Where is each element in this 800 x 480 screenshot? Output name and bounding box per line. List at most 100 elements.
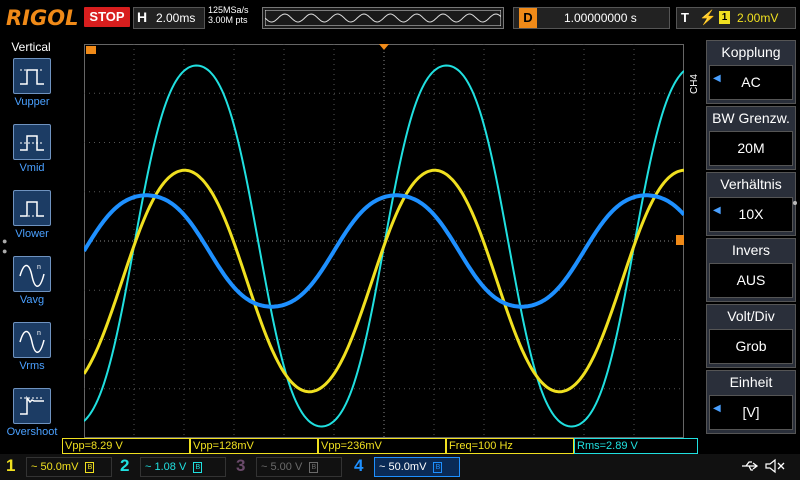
measure-vlower[interactable]: Vlower: [4, 190, 62, 252]
measure-vmid[interactable]: Vmid: [4, 124, 62, 186]
memory-depth: 3.00M pts: [208, 15, 248, 25]
measure-menu: Vertical Vupper Vmid Vlower n Vavg n Vrm…: [0, 36, 62, 440]
ch2-scale[interactable]: ~ 1.08 V B: [140, 457, 226, 477]
unit-value: [V]: [709, 395, 793, 430]
vavg-icon: n: [13, 256, 51, 292]
waveform-grid: [84, 44, 684, 438]
run-stop-indicator[interactable]: STOP: [84, 7, 130, 27]
measure-overshoot[interactable]: Overshoot: [4, 388, 62, 450]
ch3-scale[interactable]: ~ 5.00 V B: [256, 457, 342, 477]
vmid-label: Vmid: [19, 162, 45, 174]
invert-value: AUS: [709, 263, 793, 298]
probe-ratio-value: 10X: [709, 197, 793, 232]
select-arrow-icon: ◀: [713, 205, 721, 216]
measure-vrms[interactable]: n Vrms: [4, 322, 62, 384]
bandwidth-limit-icon: B: [309, 461, 319, 473]
usb-icon: [742, 461, 759, 471]
bandwidth-limit-icon: B: [85, 461, 95, 473]
trigger-box[interactable]: T ⚡ 1 2.00mV: [676, 7, 796, 29]
vrms-label: Vrms: [19, 360, 45, 372]
ch4-number[interactable]: 4: [354, 456, 363, 476]
trigger-level-marker: [676, 235, 684, 245]
volt-div-value: Grob: [709, 329, 793, 364]
invert-softkey[interactable]: Invers AUS: [706, 238, 796, 302]
ch1-scale-value: 50.0mV: [40, 461, 79, 473]
timebase-value: 2.00ms: [156, 11, 196, 25]
bandwidth-limit-icon: B: [193, 461, 203, 473]
bandwidth-limit-softkey[interactable]: BW Grenzw. 20M: [706, 106, 796, 170]
measurement-results-bar: Vpp=8.29 V Vpp=128mV Vpp=236mV Freq=100 …: [62, 438, 700, 454]
vrms-icon: n: [13, 322, 51, 358]
delay-value: 1.00000000 s: [564, 11, 637, 25]
volt-div-label: Volt/Div: [727, 308, 775, 324]
sample-rate: 125MSa/s: [208, 5, 249, 15]
acquisition-info: 125MSa/s 3.00M pts: [208, 5, 249, 25]
rigol-logo: RIGOL: [6, 6, 79, 30]
bandwidth-limit-icon: B: [433, 461, 443, 473]
measure-menu-title: Vertical: [11, 40, 51, 54]
coupling-ac-icon: ~: [31, 461, 38, 473]
ch1-number[interactable]: 1: [6, 456, 15, 476]
ch3-number[interactable]: 3: [236, 456, 245, 476]
measurement-item[interactable]: Vpp=236mV: [318, 438, 446, 454]
speaker-muted-icon[interactable]: [764, 458, 786, 474]
channel-status-bar: 1 ~ 50.0mV B 2 ~ 1.08 V B 3 ~ 5.00 V B 4…: [0, 454, 800, 480]
timebase-label: H: [137, 9, 148, 25]
select-arrow-icon: ◀: [713, 73, 721, 84]
delay-box[interactable]: D 1.00000000 s: [513, 7, 670, 29]
invert-label: Invers: [731, 242, 771, 258]
trigger-source: 1: [719, 11, 730, 24]
select-arrow-icon: ◀: [713, 403, 721, 414]
vlower-label: Vlower: [15, 228, 49, 240]
waveform-memory-overview[interactable]: [262, 7, 504, 29]
memory-overview-wave: [265, 10, 501, 26]
ch4-scale[interactable]: ~ 50.0mV B: [374, 457, 460, 477]
trigger-level: 2.00mV: [737, 11, 779, 25]
coupling-ac-icon: ~: [145, 461, 152, 473]
probe-ratio-label: Verhältnis: [720, 176, 782, 192]
waveform-display[interactable]: [84, 44, 684, 438]
coupling-softkey[interactable]: Kopplung AC ◀: [706, 40, 796, 104]
measure-vavg[interactable]: n Vavg: [4, 256, 62, 318]
bandwidth-limit-label: BW Grenzw.: [712, 110, 790, 126]
ch2-scale-value: 1.08 V: [154, 461, 187, 473]
horizontal-offset-marker: [86, 46, 96, 54]
measurement-item[interactable]: Vpp=8.29 V: [62, 438, 190, 454]
vupper-icon: [13, 58, 51, 94]
unit-softkey[interactable]: Einheit [V] ◀: [706, 370, 796, 434]
measure-vupper[interactable]: Vupper: [4, 58, 62, 120]
rising-edge-icon: ⚡: [699, 9, 717, 25]
ch3-scale-value: 5.00 V: [270, 461, 303, 473]
ch2-number[interactable]: 2: [120, 456, 129, 476]
top-status-bar: RIGOL STOP H 2.00ms 125MSa/s 3.00M pts D…: [0, 0, 800, 36]
coupling-label: Kopplung: [721, 44, 781, 60]
svg-text:n: n: [37, 264, 41, 271]
probe-ratio-softkey[interactable]: Verhältnis 10X ◀: [706, 172, 797, 236]
channel-tag: CH4: [689, 74, 700, 95]
overshoot-icon: [13, 388, 51, 424]
ch1-scale[interactable]: ~ 50.0mV B: [26, 457, 112, 477]
coupling-ac-icon: ~: [379, 461, 386, 473]
svg-text:n: n: [37, 330, 41, 337]
unit-label: Einheit: [729, 374, 773, 390]
measurement-item[interactable]: Rms=2.89 V: [574, 438, 698, 454]
coupling-value: AC: [709, 65, 793, 100]
vlower-icon: [13, 190, 51, 226]
menu-page-dots: ● ●: [2, 236, 8, 256]
coupling-ac-icon: ~: [261, 461, 268, 473]
overshoot-label: Overshoot: [6, 426, 58, 438]
channel-menu: CH4 Kopplung AC ◀ BW Grenzw. 20M Verhält…: [688, 36, 800, 440]
vmid-icon: [13, 124, 51, 160]
trigger-label: T: [681, 10, 689, 25]
timebase-box[interactable]: H 2.00ms: [133, 7, 205, 29]
delay-label: D: [519, 8, 537, 28]
page-dot-icon: [793, 201, 797, 205]
vavg-label: Vavg: [19, 294, 45, 306]
measurement-item[interactable]: Freq=100 Hz: [446, 438, 574, 454]
measurement-item[interactable]: Vpp=128mV: [190, 438, 318, 454]
vupper-label: Vupper: [14, 96, 50, 108]
trigger-position-marker: [379, 44, 389, 50]
bandwidth-limit-value: 20M: [709, 131, 793, 166]
ch4-scale-value: 50.0mV: [388, 461, 427, 473]
volt-div-softkey[interactable]: Volt/Div Grob: [706, 304, 796, 368]
